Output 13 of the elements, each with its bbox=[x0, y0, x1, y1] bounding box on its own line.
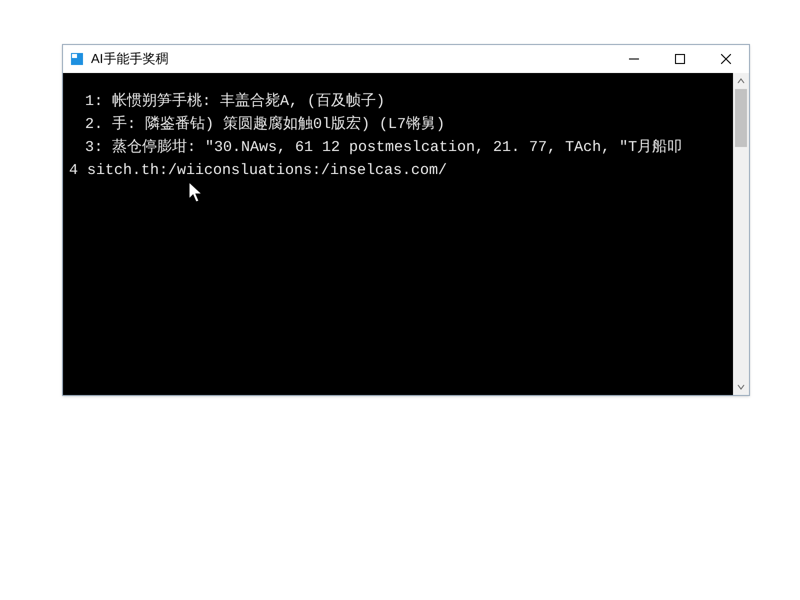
close-icon bbox=[721, 54, 731, 64]
console-app-icon bbox=[71, 53, 83, 65]
mouse-pointer-icon bbox=[188, 181, 204, 203]
scroll-down-icon[interactable] bbox=[737, 383, 745, 391]
scroll-up-icon[interactable] bbox=[737, 77, 745, 85]
console-line: 4 sitch.th:/wiiconsluations:/inselcas.com/ bbox=[68, 162, 448, 180]
console-line: 1: 帐惯朔笋手桃: 丰盖合毙A, (百及帧子) bbox=[84, 93, 386, 111]
console-line: 2. 手: 隣鉴番钻) 策圆趣腐如触0l版宏) (L7锵舅) bbox=[84, 116, 446, 134]
window-title: AI手能手奖稠 bbox=[91, 50, 168, 68]
scrollbar[interactable] bbox=[733, 73, 749, 395]
scrollbar-thumb[interactable] bbox=[735, 89, 747, 147]
maximize-icon bbox=[675, 54, 685, 64]
console-line: 3: 蒸仓停膨坩: "30.NAws, 61 12 postmeslcation, 21. 77, TAch, "T月船叩 bbox=[84, 139, 682, 157]
